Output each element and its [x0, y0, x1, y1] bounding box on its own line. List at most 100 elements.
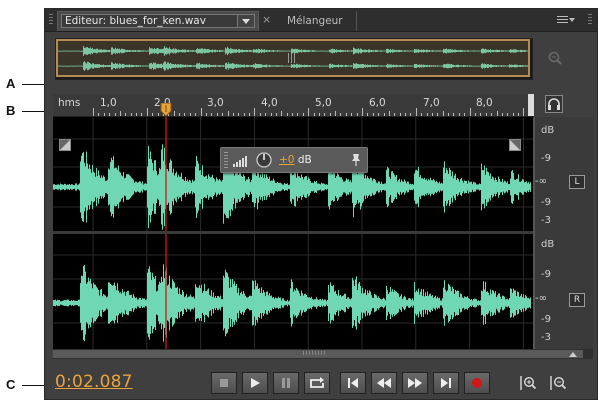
tab-mixer[interactable]: Mélangeur	[275, 11, 357, 31]
time-display[interactable]: 0:02.087	[55, 372, 133, 392]
ruler-tick	[388, 111, 390, 116]
ruler-mark: 4,0	[261, 97, 278, 109]
playhead-marker-icon[interactable]	[160, 103, 172, 117]
scale-mark: -3	[541, 215, 551, 226]
fast-forward-button[interactable]	[402, 372, 428, 394]
panel-menu-icon[interactable]	[557, 14, 575, 26]
tab-editor[interactable]: Editeur: blues_for_ken.wav	[57, 11, 259, 31]
ruler-tick	[469, 108, 471, 116]
ruler-tick	[372, 113, 374, 116]
go-to-start-icon	[348, 378, 358, 388]
loop-button[interactable]	[304, 372, 330, 394]
ruler-tick	[243, 113, 245, 116]
ruler-tick	[184, 113, 186, 116]
ruler-tick	[313, 113, 315, 116]
ruler-tick	[351, 113, 353, 116]
ruler-tick	[512, 113, 514, 116]
scale-mark: -∞	[535, 176, 547, 187]
ruler-tick	[426, 113, 428, 116]
scrollbar-grip-icon[interactable]	[303, 351, 327, 355]
go-to-start-button[interactable]	[340, 372, 366, 394]
ruler-tick	[114, 113, 116, 116]
ruler-tick	[200, 108, 202, 116]
ruler-tick	[216, 113, 218, 116]
stop-icon	[220, 379, 228, 387]
ruler-end-marker	[528, 94, 534, 116]
fast-forward-icon	[408, 378, 422, 388]
scale-mark: -9	[541, 314, 551, 325]
ruler-tick	[254, 108, 256, 116]
ruler-tick	[367, 113, 369, 116]
ruler-tick	[318, 113, 320, 116]
fade-in-handle-icon[interactable]	[59, 139, 71, 151]
scale-mark: -3	[541, 332, 551, 343]
ruler-tick	[109, 113, 111, 116]
ruler-mark: 3,0	[207, 97, 224, 109]
level-meter-icon	[233, 156, 247, 167]
overview-handle-icon[interactable]	[288, 53, 296, 63]
ruler-tick	[356, 113, 358, 116]
record-button[interactable]	[464, 372, 490, 394]
vertical-scrollbar[interactable]	[533, 117, 535, 349]
ruler-tick	[518, 113, 520, 116]
amplitude-hud[interactable]: +0 dB	[220, 147, 368, 173]
ruler-tick	[281, 111, 283, 116]
pause-button[interactable]	[273, 372, 299, 394]
transport-bar: 0:02.087	[45, 364, 597, 399]
zoom-out-amplitude-icon[interactable]	[549, 374, 567, 392]
stop-button[interactable]	[211, 372, 237, 394]
ruler-tick	[378, 113, 380, 116]
ruler-tick	[474, 113, 476, 116]
ruler-tick	[189, 113, 191, 116]
pin-icon[interactable]	[350, 153, 362, 167]
pause-icon	[282, 378, 290, 388]
ruler-tick	[222, 113, 224, 116]
ruler-tick	[431, 113, 433, 116]
channel-left-button[interactable]: L	[569, 175, 585, 189]
ruler-tick	[383, 113, 385, 116]
panel-grip-icon[interactable]	[49, 14, 53, 26]
callout-a: A	[6, 76, 16, 91]
ruler-tick	[324, 113, 326, 116]
ruler-unit: hms	[58, 97, 81, 109]
ruler-tick	[130, 113, 132, 116]
panel-grip-right-icon[interactable]	[588, 14, 592, 26]
headphones-button[interactable]	[545, 95, 563, 113]
ruler-mark: 7,0	[423, 97, 440, 109]
zoom-in-amplitude-icon[interactable]	[519, 374, 537, 392]
ruler-tick	[179, 113, 181, 116]
ruler-tick	[227, 111, 229, 116]
file-select[interactable]: Editeur: blues_for_ken.wav	[61, 14, 255, 28]
ruler-tick	[362, 108, 363, 116]
volume-knob-icon[interactable]	[256, 152, 272, 168]
horizontal-scrollbar[interactable]	[53, 349, 593, 359]
ruler-tick	[405, 113, 407, 116]
overview-navigator[interactable]	[55, 38, 533, 80]
ruler-tick	[275, 113, 277, 116]
zoom-selection-icon[interactable]	[547, 50, 563, 66]
scale-mark: -9	[541, 153, 551, 164]
ruler-tick	[152, 113, 154, 116]
scroll-up-icon[interactable]	[569, 351, 577, 357]
play-button[interactable]	[242, 372, 268, 394]
ruler-tick	[523, 108, 525, 116]
timeline-ruler[interactable]: hms 1,0 2,0 3,0 4,0 5,0 6,0 7,0 8,0	[53, 94, 534, 117]
hud-grip-icon[interactable]	[224, 152, 228, 168]
go-to-end-button[interactable]	[433, 372, 459, 394]
ruler-tick	[249, 113, 251, 116]
chevron-down-icon[interactable]	[237, 15, 254, 27]
ruler-tick	[173, 111, 175, 116]
ruler-tick	[136, 113, 138, 116]
rewind-button[interactable]	[371, 372, 397, 394]
fade-out-handle-icon[interactable]	[509, 139, 521, 151]
editor-panel: Editeur: blues_for_ken.wav × Mélangeur h…	[44, 8, 598, 400]
scale-unit-top: dB	[541, 125, 555, 136]
hud-readout: +0 dB	[279, 154, 312, 166]
volume-value[interactable]: +0	[279, 154, 294, 166]
play-icon	[251, 378, 260, 388]
channel-right-button[interactable]: R	[569, 293, 585, 307]
ruler-tick	[232, 113, 234, 116]
close-icon[interactable]: ×	[262, 13, 271, 26]
ruler-tick	[259, 113, 261, 116]
ruler-tick	[340, 113, 342, 116]
